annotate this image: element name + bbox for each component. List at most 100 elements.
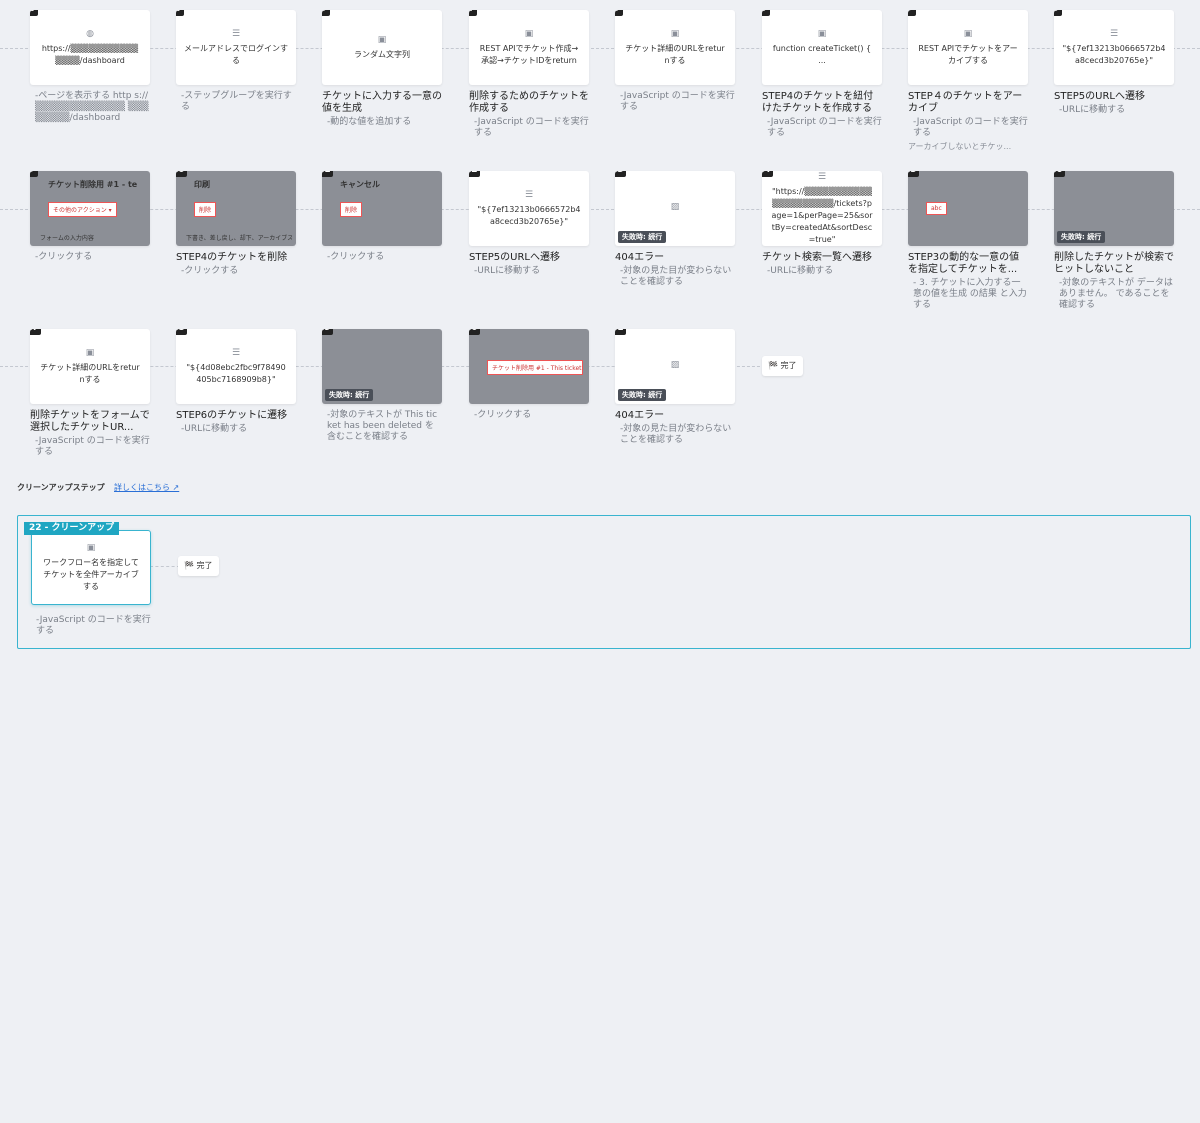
cleanup-tag: 22 - クリーンアップ (24, 522, 120, 535)
step-content: チケット詳細のURLをreturnする (625, 43, 725, 65)
on-failure-badge: 失敗時: 続行 (618, 389, 667, 401)
step-card[interactable]: 17 ▣ チケット詳細のURLをreturnする (30, 329, 150, 404)
step-number-badge: 16 (1054, 171, 1065, 177)
step-title: STEP4のチケットを削除 (176, 252, 288, 263)
step-card[interactable]: 13 ▨ 失敗時: 続行 (615, 171, 735, 246)
step-screenshot-card[interactable]: 11 キャンセル削除 (322, 171, 442, 246)
step-card[interactable]: 2 ☰ メールアドレスでログインする (176, 10, 296, 85)
step-card[interactable]: 3 ▣ ランダム文字列 (322, 10, 442, 85)
step-action: -ステップグループを実行する (181, 91, 292, 112)
step-action: -動的な値を追加する (327, 117, 412, 127)
cleanup-section-label: クリーンアップステップ (17, 483, 105, 492)
on-failure-badge: 失敗時: 続行 (618, 231, 667, 243)
step-content: ランダム文字列 (354, 49, 410, 59)
step-action: -対象のテキストが データはありません。 であることを確認する (1059, 278, 1173, 310)
step-number-badge: 9 (30, 171, 38, 177)
step-action: -クリックする (35, 252, 93, 262)
step-content: function createTicket() { ... (772, 43, 872, 65)
step-number-badge: 6 (762, 10, 770, 16)
step-action: -JavaScript のコードを実行する (36, 615, 151, 636)
step-card[interactable]: 12 ☰ "${7ef13213b0666572b4a8cecd3b20765e}" (469, 171, 589, 246)
screenshot-highlight: その他のアクション ▾ (48, 202, 117, 217)
step-action: -対象の見た目が変わらないことを確認する (620, 266, 732, 287)
list-icon: ☰ (231, 347, 241, 358)
step-1: 1 ◍ https://▒▒▒▒▒▒▒▒▒▒▒ ▒▒▒▒/dashboard -ページ… (30, 10, 150, 124)
list-icon: ☰ (1109, 28, 1119, 39)
step-number-badge: 8 (1054, 10, 1062, 16)
step-18: 18 ☰ "${4d08ebc2fbc9f78490405bc7168909b8}"… (176, 329, 296, 435)
step-card[interactable]: 4 ▣ REST APIでチケット作成→承認→チケットIDをreturn (469, 10, 589, 85)
step-title: チケットに入力する一意の値を生成 (322, 91, 442, 114)
image-icon: ▨ (670, 201, 680, 212)
learn-more-link[interactable]: 詳しくはこちら ↗ (114, 482, 179, 493)
globe-icon: ◍ (86, 28, 94, 39)
step-number-badge: 18 (176, 329, 187, 335)
step-title: 削除チケットをフォームで選択したチケットUR... (30, 410, 150, 433)
step-content: REST APIでチケット作成→承認→チケットIDをreturn (479, 43, 579, 65)
step-content: https://▒▒▒▒▒▒▒▒▒▒▒ ▒▒▒▒/dashboard (41, 43, 139, 65)
step-screenshot-card[interactable]: 19 失敗時: 続行 (322, 329, 442, 404)
list-icon: ☰ (817, 171, 827, 182)
step-screenshot-card[interactable]: 9 チケット削除用 #1 - te その他のアクション ▾ フォームの入力内容 (30, 171, 150, 246)
step-number-badge: 4 (469, 10, 477, 16)
step-action: - 3. チケットに入力する一意の値を生成 の結果 と入力する (913, 278, 1027, 310)
step-content: "${4d08ebc2fbc9f78490405bc7168909b8}" (186, 362, 286, 384)
cleanup-done-marker: 🏁 完了 (178, 556, 219, 576)
step-title: STEP４のチケットをアーカイブ (908, 91, 1023, 114)
step-content: メールアドレスでログインする (184, 43, 288, 65)
script-icon: ▣ (524, 28, 534, 39)
step-content: "${7ef13213b0666572b4a8cecd3b20765e}" (477, 204, 581, 226)
step-20: 20 チケット削除用 #1 - This ticket has been dele… (469, 329, 589, 421)
step-action: -URLに移動する (181, 424, 248, 434)
step-19: 19 失敗時: 続行 -対象のテキストが This ticket has been … (322, 329, 442, 443)
step-number-badge: 5 (615, 10, 623, 16)
step-action: -JavaScript のコードを実行する (913, 117, 1028, 138)
screenshot-footer-text: フォームの入力内容 (40, 235, 94, 242)
step-number-badge: 1 (30, 10, 38, 16)
step-number-badge: 21 (615, 329, 626, 335)
step-note: アーカイブしないとチケッ... (908, 142, 1012, 151)
step-21: 21 ▨ 失敗時: 続行 404エラー -対象の見た目が変わらないことを確認する (615, 329, 735, 446)
step-action: -クリックする (474, 410, 532, 420)
step-17: 17 ▣ チケット詳細のURLをreturnする削除チケットをフォームで選択したチケ… (30, 329, 150, 458)
step-card[interactable]: 5 ▣ チケット詳細のURLをreturnする (615, 10, 735, 85)
step-11: 11 キャンセル削除 -クリックする (322, 171, 442, 263)
screenshot-text: キャンセル (340, 180, 380, 189)
step-number-badge: 12 (469, 171, 480, 177)
step-title: STEP5のURLへ遷移 (1054, 91, 1146, 102)
step-card[interactable]: ▣ ワークフロー名を指定してチケットを全件アーカイブする (31, 530, 151, 605)
step-title: 404エラー (615, 410, 665, 421)
step-action: -ページを表示する http s://▒▒▒▒▒▒▒▒▒▒▒▒▒ ▒▒▒▒▒▒▒… (35, 91, 149, 123)
cleanup-group (17, 515, 1191, 649)
step-16: 16 失敗時: 続行削除したチケットが検索でヒットしないこと -対象のテキストが デ… (1054, 171, 1174, 311)
step-card[interactable]: 7 ▣ REST APIでチケットをアーカイブする (908, 10, 1028, 85)
step-card[interactable]: 21 ▨ 失敗時: 続行 (615, 329, 735, 404)
step-action: -URLに移動する (1059, 105, 1126, 115)
list-icon: ☰ (231, 28, 241, 39)
step-number-badge: 15 (908, 171, 919, 177)
script-icon: ▣ (377, 34, 387, 45)
step-screenshot-card[interactable]: 16 失敗時: 続行 (1054, 171, 1174, 246)
image-icon: ▨ (670, 359, 680, 370)
step-card[interactable]: 6 ▣ function createTicket() { ... (762, 10, 882, 85)
step-card[interactable]: 18 ☰ "${4d08ebc2fbc9f78490405bc7168909b8}" (176, 329, 296, 404)
step-content: "https://▒▒▒▒▒▒▒▒▒▒▒ ▒▒▒▒▒▒▒▒▒▒/tickets?… (771, 186, 873, 244)
step-content: "${7ef13213b0666572b4a8cecd3b20765e}" (1062, 43, 1166, 65)
step-action: -クリックする (327, 252, 385, 262)
screenshot-highlight: abc (926, 202, 947, 215)
step-card[interactable]: 8 ☰ "${7ef13213b0666572b4a8cecd3b20765e}" (1054, 10, 1174, 85)
step-screenshot-card[interactable]: 15 abc (908, 171, 1028, 246)
step-content: REST APIでチケットをアーカイブする (918, 43, 1018, 65)
step-card[interactable]: 1 ◍ https://▒▒▒▒▒▒▒▒▒▒▒ ▒▒▒▒/dashboard (30, 10, 150, 85)
step-action: -URLに移動する (474, 266, 541, 276)
step-card[interactable]: 14 ☰ "https://▒▒▒▒▒▒▒▒▒▒▒ ▒▒▒▒▒▒▒▒▒▒/ticke… (762, 171, 882, 246)
step-5: 5 ▣ チケット詳細のURLをreturnする -JavaScript のコードを実行… (615, 10, 735, 113)
step-screenshot-card[interactable]: 20 チケット削除用 #1 - This ticket has been dele… (469, 329, 589, 404)
screenshot-highlight: チケット削除用 #1 - This ticket has been delete… (487, 360, 583, 375)
script-icon: ▣ (963, 28, 973, 39)
step-number-badge: 13 (615, 171, 626, 177)
step-12: 12 ☰ "${7ef13213b0666572b4a8cecd3b20765e}"… (469, 171, 589, 277)
step-action: -JavaScript のコードを実行する (620, 91, 735, 112)
step-screenshot-card[interactable]: 10 印刷削除下書き、差し戻し、却下、アーカイブステータ (176, 171, 296, 246)
step-14: 14 ☰ "https://▒▒▒▒▒▒▒▒▒▒▒ ▒▒▒▒▒▒▒▒▒▒/ticke… (762, 171, 882, 277)
